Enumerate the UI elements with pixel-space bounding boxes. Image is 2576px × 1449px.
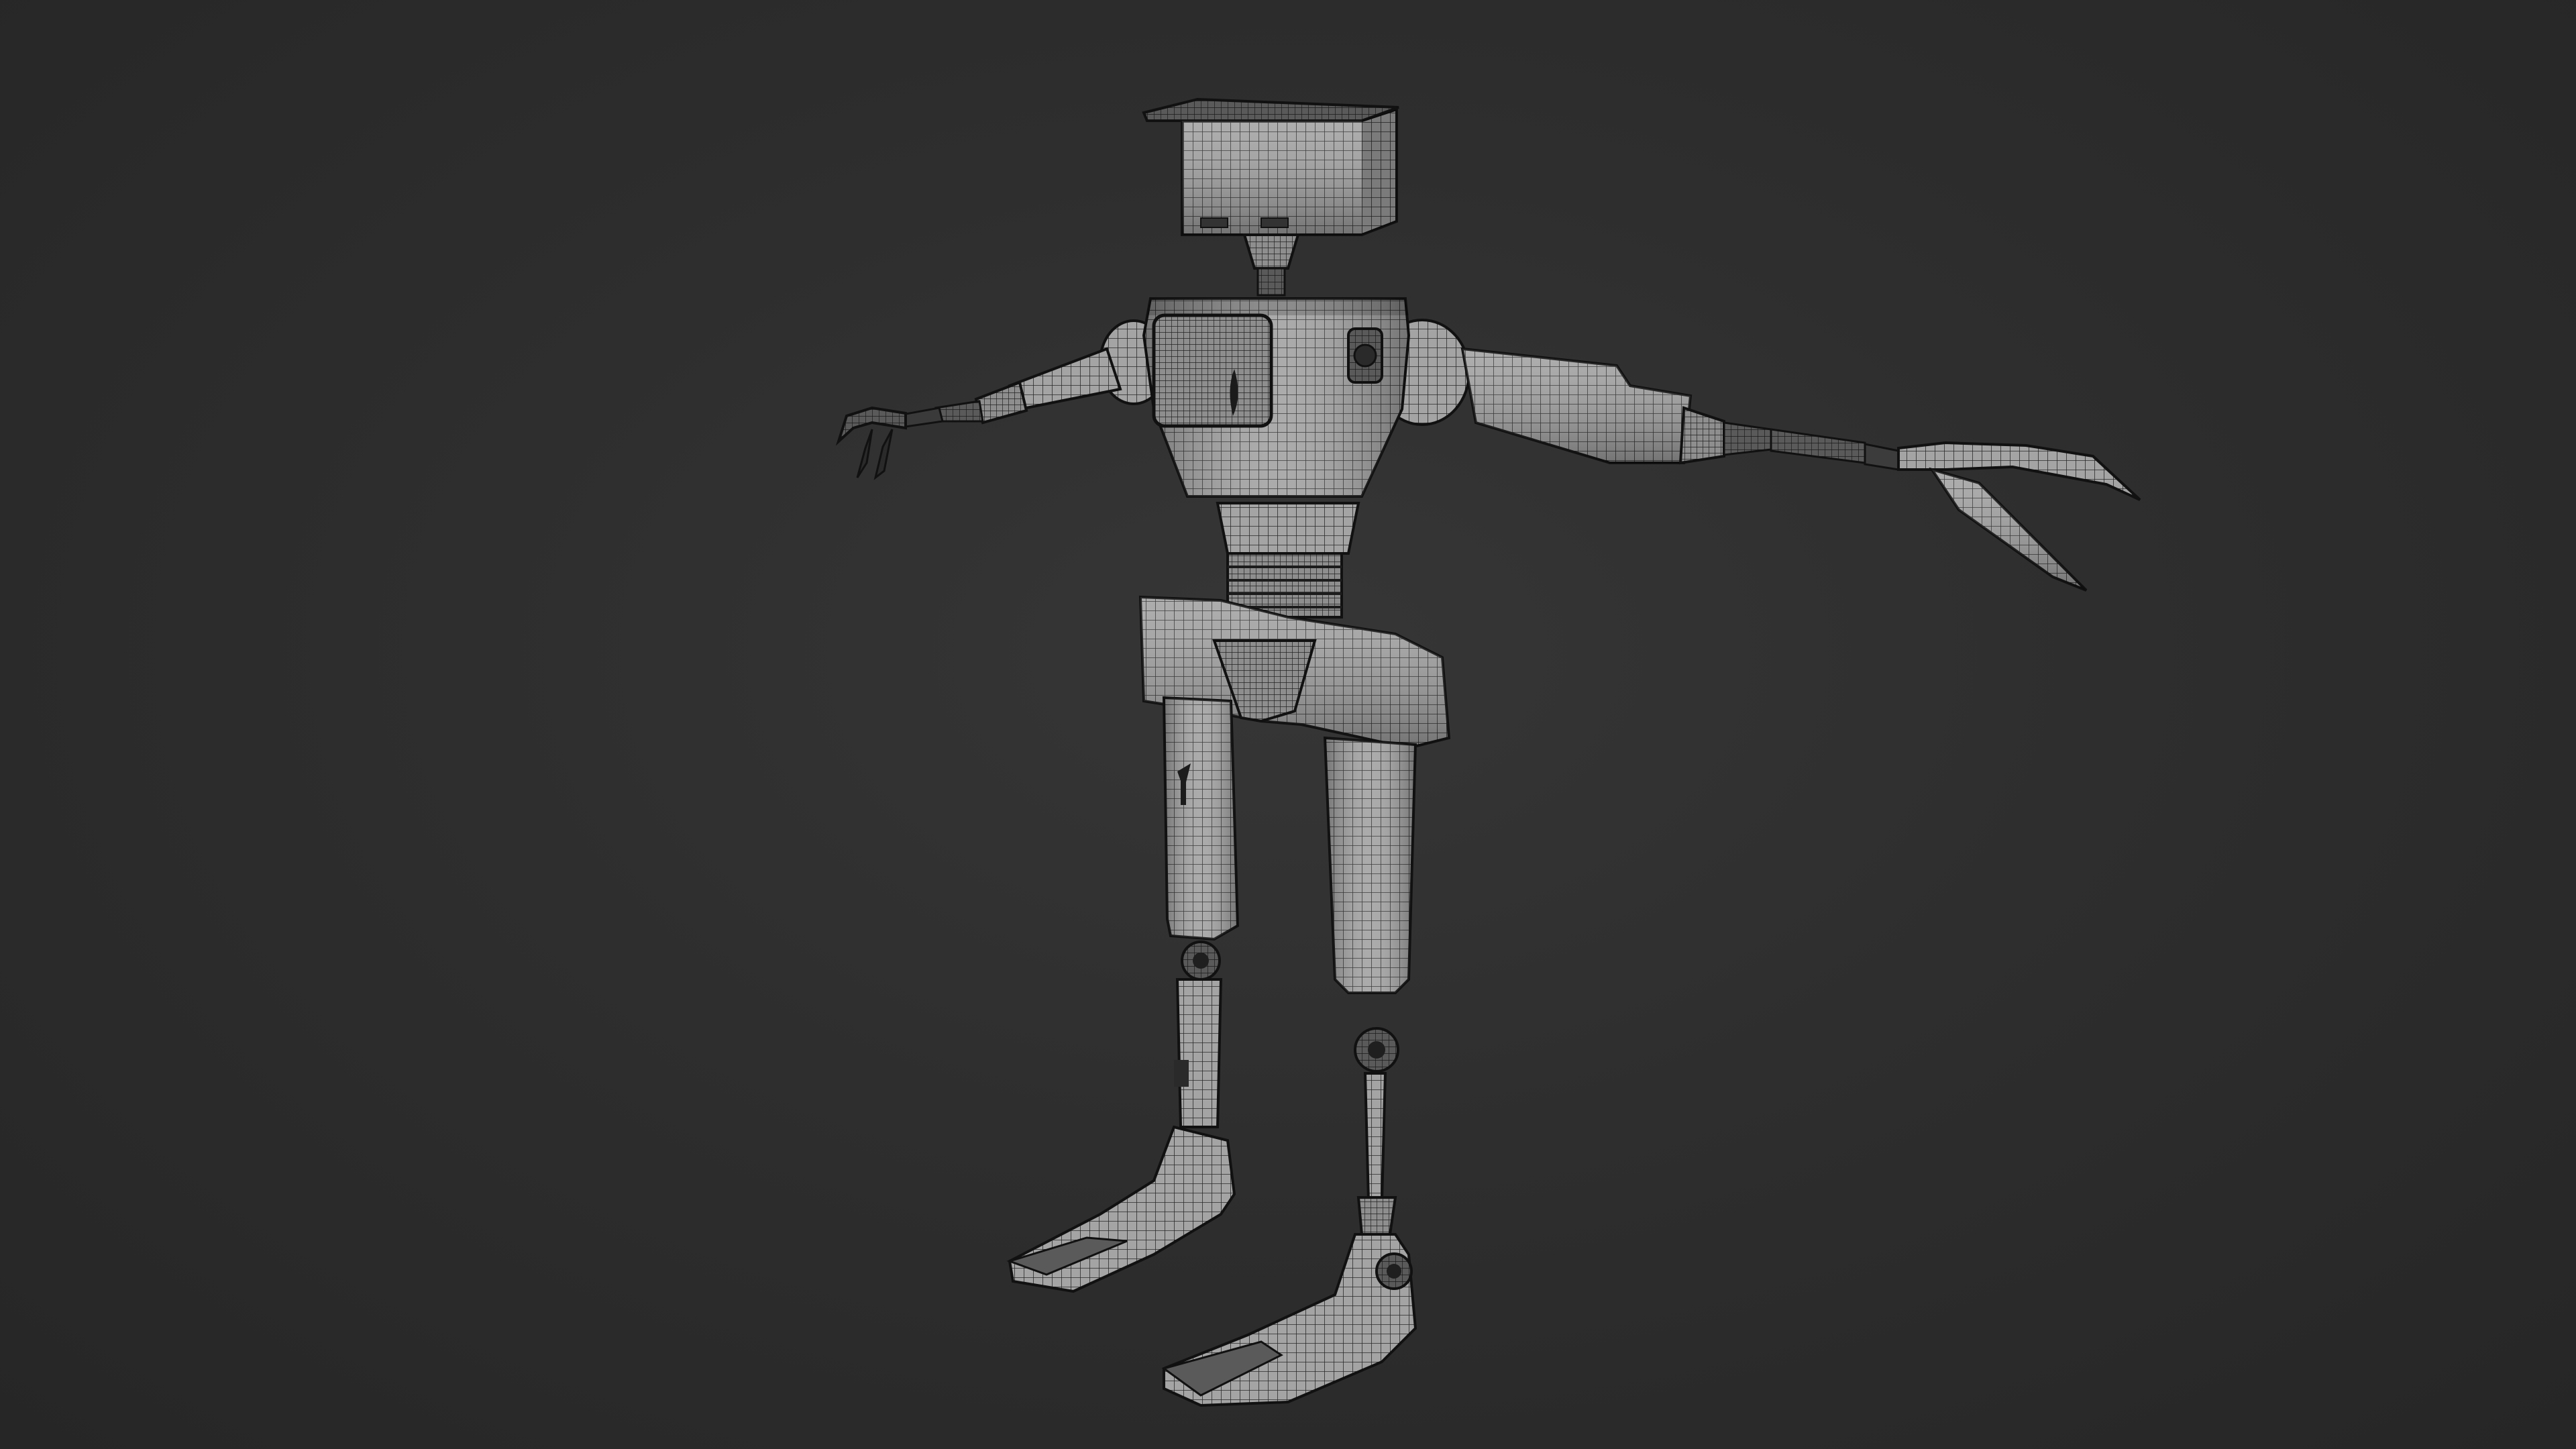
robot-left-knee-joint bbox=[1354, 1027, 1399, 1073]
robot-right-foot bbox=[1006, 1125, 1236, 1293]
robot-right-claw bbox=[835, 406, 907, 480]
robot-right-arm bbox=[901, 319, 1169, 428]
robot-left-arm bbox=[1374, 319, 1900, 471]
robot-neck bbox=[1242, 233, 1300, 297]
3d-viewport[interactable] bbox=[0, 0, 2576, 1449]
robot-left-foot bbox=[1161, 1233, 1417, 1407]
robot-left-shin-rod bbox=[1356, 1072, 1397, 1236]
robot-right-leg bbox=[1162, 696, 1240, 941]
robot-model-render[interactable] bbox=[0, 0, 2576, 1449]
robot-abdomen bbox=[1216, 502, 1360, 555]
robot-right-knee-joint bbox=[1181, 941, 1221, 981]
robot-chest-panel bbox=[1152, 313, 1273, 428]
robot-head bbox=[1142, 97, 1399, 236]
robot-shoulder-port bbox=[1347, 327, 1383, 384]
robot-left-leg bbox=[1323, 736, 1417, 994]
robot-left-claw bbox=[1897, 441, 2141, 592]
